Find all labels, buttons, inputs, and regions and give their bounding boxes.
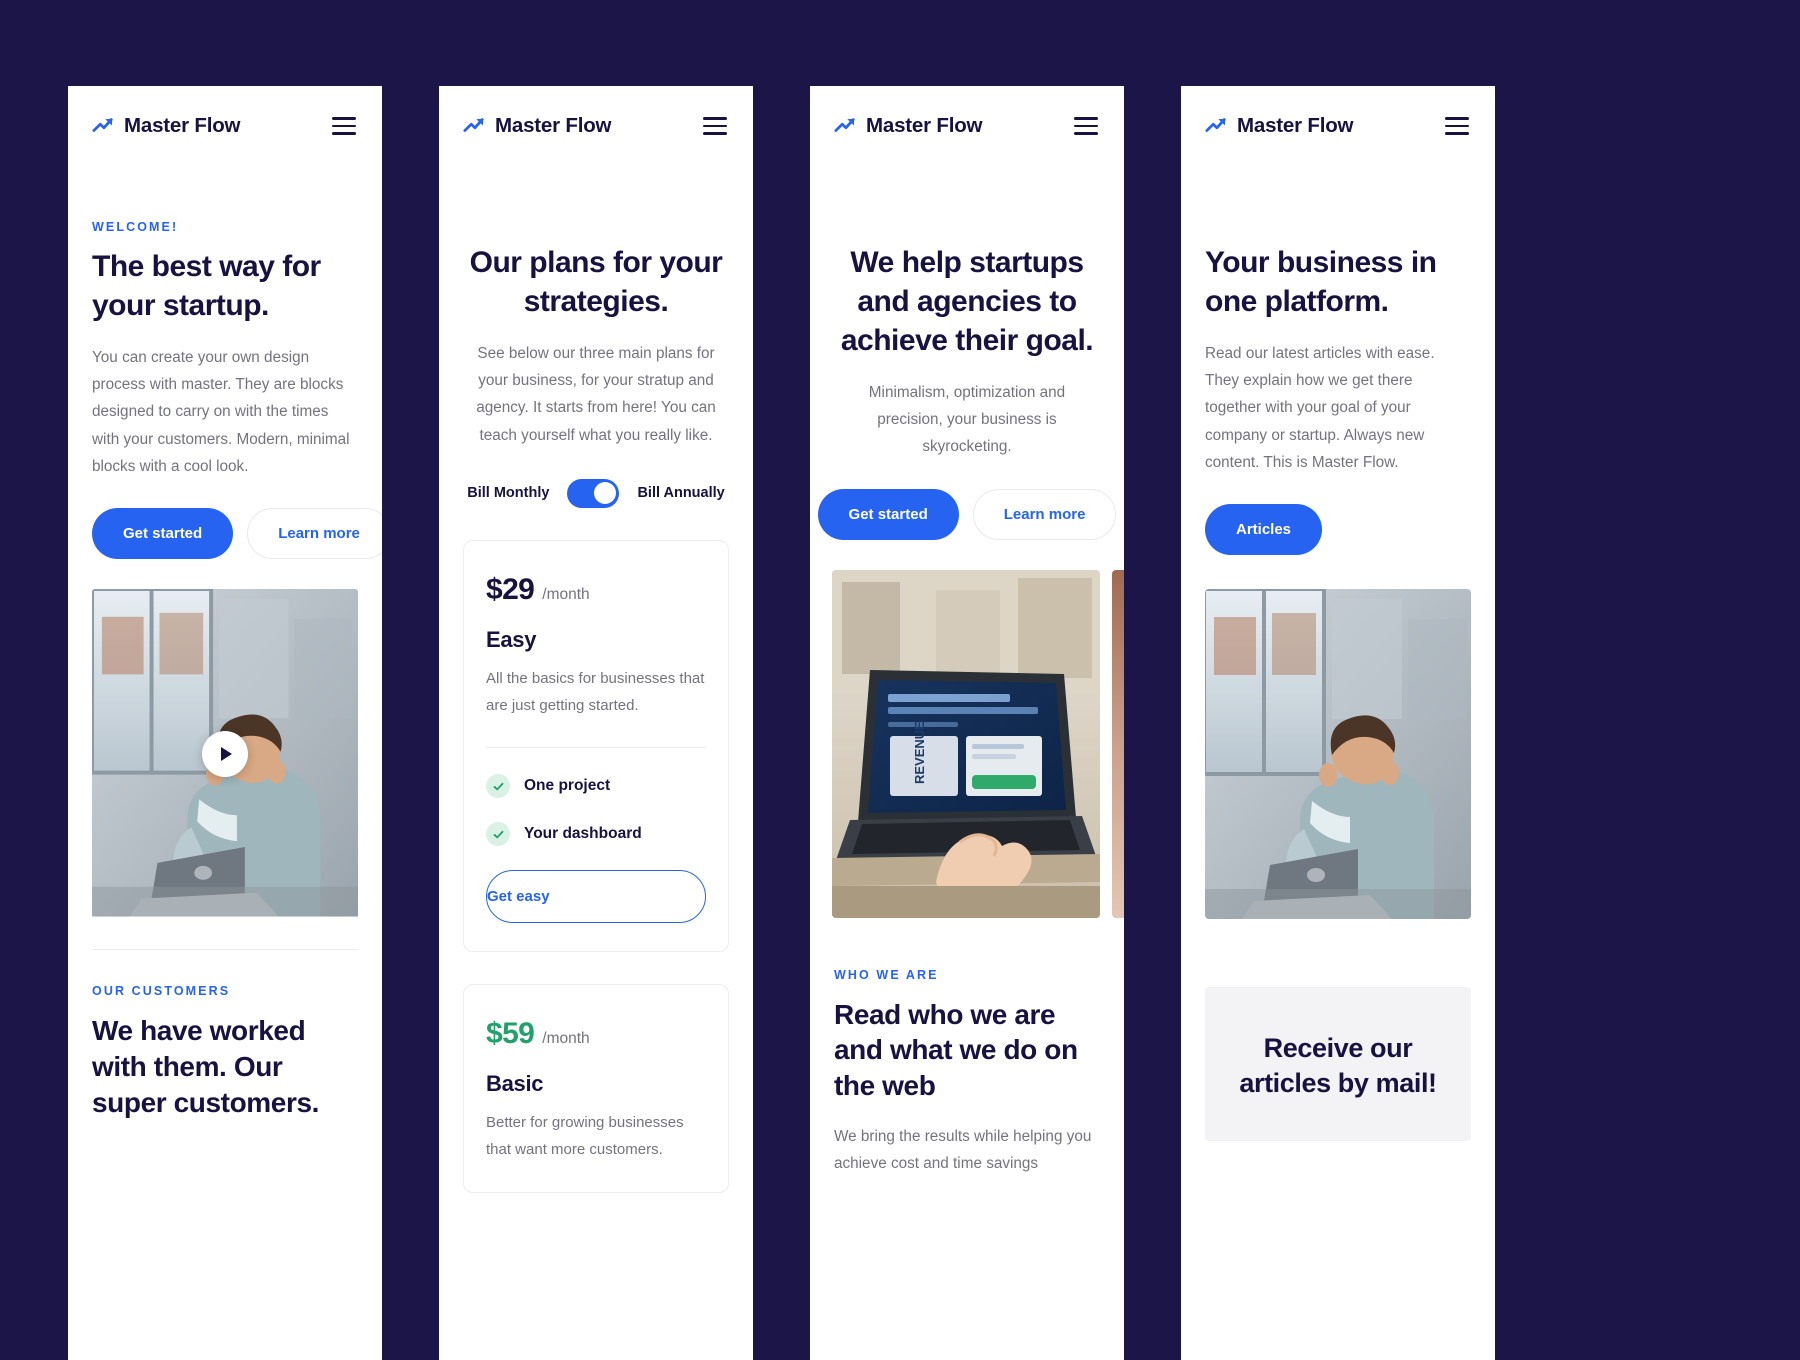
customers-heading: We have worked with them. Our super cust…: [92, 1015, 320, 1118]
learn-more-button[interactable]: Learn more: [247, 508, 382, 560]
newsletter-box: Receive our articles by mail!: [1205, 987, 1471, 1142]
about-cta-row: Get started Learn more: [817, 488, 1117, 540]
trending-up-arrow-icon: [463, 118, 484, 132]
screenshot-canvas: Master Flow WELCOME! The best way for yo…: [0, 0, 1800, 1360]
mobile-screen-about: Master Flow We help startups and agencie…: [810, 86, 1124, 1360]
blog-photo: [1205, 589, 1471, 920]
blog-body: Read our latest articles with ease. They…: [1205, 345, 1435, 471]
trending-up-arrow-icon: [1205, 118, 1226, 132]
easy-price: $29: [486, 572, 535, 606]
blog-heading: Your business in one platform.: [1205, 246, 1437, 318]
home-video-thumbnail[interactable]: [92, 589, 358, 919]
gallery-slide-next[interactable]: [1112, 569, 1124, 918]
laptop-photo: REVENUE: [832, 569, 1100, 918]
gallery-slide-active[interactable]: REVENUE: [832, 569, 1100, 918]
blog-content: Your business in one platform. Read our …: [1181, 138, 1495, 1142]
home-heading: The best way for your startup.: [92, 250, 321, 322]
about-content: We help startups and agencies to achieve…: [810, 138, 1124, 540]
brand-name-about: Master Flow: [866, 114, 983, 137]
home-cta-row: Get started Learn more: [92, 508, 382, 560]
brand-name-blog: Master Flow: [1237, 114, 1354, 137]
brand-logo-blog[interactable]: Master Flow: [1205, 114, 1353, 138]
feature-label: One project: [524, 777, 611, 795]
basic-plan-name: Basic: [486, 1071, 544, 1097]
get-started-button[interactable]: Get started: [92, 508, 234, 560]
bill-annually-label[interactable]: Bill Annually: [637, 485, 724, 501]
learn-more-button[interactable]: Learn more: [972, 488, 1117, 540]
get-easy-button[interactable]: Get easy: [486, 870, 706, 924]
hamburger-menu-icon[interactable]: [1074, 117, 1098, 135]
pricing-card-easy: $29 /month Easy All the basics for busin…: [463, 539, 729, 953]
check-icon: [486, 774, 510, 799]
billing-toggle-row: Bill Monthly Bill Annually: [463, 478, 729, 508]
mobile-screen-blog: Master Flow Your business in one platfor…: [1181, 86, 1495, 1360]
feature-label: Your dashboard: [524, 825, 642, 843]
mobile-screen-home: Master Flow WELCOME! The best way for yo…: [68, 86, 382, 1360]
feature-row: Your dashboard: [486, 822, 706, 847]
pricing-card-basic: $59 /month Basic Better for growing busi…: [463, 984, 729, 1193]
bill-monthly-label[interactable]: Bill Monthly: [467, 485, 549, 501]
brand-logo-about[interactable]: Master Flow: [834, 114, 982, 138]
trending-up-arrow-icon: [92, 118, 113, 132]
brand-name-pricing: Master Flow: [495, 114, 612, 137]
feature-row: One project: [486, 774, 706, 799]
brand-logo-pricing[interactable]: Master Flow: [463, 114, 611, 138]
easy-plan-name: Easy: [486, 626, 537, 652]
office-photo: [1205, 589, 1471, 920]
basic-price: $59: [486, 1017, 535, 1051]
hamburger-menu-icon[interactable]: [703, 117, 727, 135]
check-icon: [486, 822, 510, 847]
svg-text:REVENUE: REVENUE: [912, 720, 927, 783]
easy-card-divider: [486, 747, 706, 749]
who-we-are-eyebrow: WHO WE ARE: [834, 967, 939, 982]
home-content: WELCOME! The best way for your startup. …: [68, 138, 382, 1121]
hamburger-menu-icon[interactable]: [1445, 117, 1469, 135]
basic-plan-description: Better for growing businesses that want …: [486, 1114, 684, 1158]
home-divider: [92, 949, 358, 951]
mobile-screen-pricing: Master Flow Our plans for your strategie…: [439, 86, 753, 1360]
next-slide-photo: [1112, 569, 1124, 918]
app-header-about: Master Flow: [810, 86, 1124, 138]
pricing-heading: Our plans for your strategies.: [469, 246, 723, 318]
customers-section: OUR CUSTOMERS We have worked with them. …: [92, 984, 358, 1120]
trending-up-arrow-icon: [834, 118, 855, 132]
get-started-button[interactable]: Get started: [817, 488, 959, 540]
brand-name-home: Master Flow: [124, 114, 241, 137]
pricing-content: Our plans for your strategies. See below…: [439, 138, 753, 1193]
easy-plan-description: All the basics for businesses that are j…: [486, 669, 705, 714]
play-icon[interactable]: [202, 731, 248, 778]
newsletter-heading: Receive our articles by mail!: [1239, 1033, 1437, 1099]
blog-cta-row: Articles: [1205, 504, 1471, 556]
articles-button[interactable]: Articles: [1205, 504, 1323, 556]
about-gallery: REVENUE: [810, 569, 1124, 918]
who-we-are-section: WHO WE ARE Read who we are and what we d…: [810, 968, 1124, 1178]
who-we-are-heading: Read who we are and what we do on the we…: [834, 998, 1078, 1102]
basic-price-line: $59 /month: [486, 1017, 706, 1051]
basic-period: /month: [542, 1030, 590, 1048]
home-body: You can create your own design process w…: [92, 349, 350, 475]
app-header-blog: Master Flow: [1181, 86, 1495, 138]
customers-eyebrow: OUR CUSTOMERS: [92, 984, 231, 999]
about-body: Minimalism, optimization and precision, …: [868, 384, 1066, 456]
about-heading: We help startups and agencies to achieve…: [840, 246, 1094, 357]
pricing-body: See below our three main plans for your …: [476, 345, 716, 444]
brand-logo-home[interactable]: Master Flow: [92, 114, 240, 138]
easy-period: /month: [542, 585, 590, 603]
app-header-home: Master Flow: [68, 86, 382, 138]
easy-price-line: $29 /month: [486, 573, 706, 607]
who-we-are-body: We bring the results while helping you a…: [834, 1128, 1092, 1173]
hamburger-menu-icon[interactable]: [332, 117, 356, 135]
home-eyebrow: WELCOME!: [92, 220, 179, 234]
app-header-pricing: Master Flow: [439, 86, 753, 138]
billing-toggle-switch[interactable]: [567, 478, 620, 508]
